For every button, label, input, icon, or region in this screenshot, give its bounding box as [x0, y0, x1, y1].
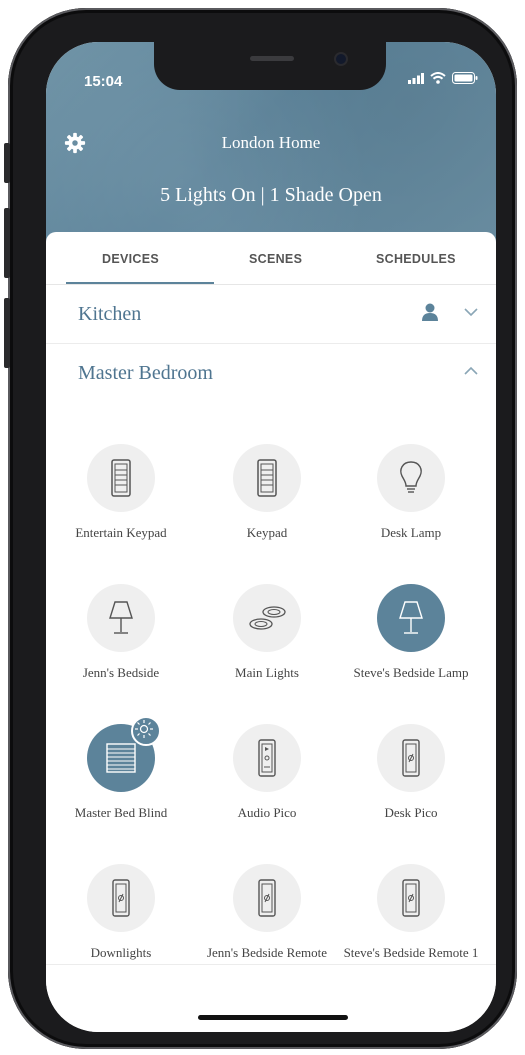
device-label: Jenn's Bedside Remote [206, 945, 328, 960]
room-row-master-bedroom[interactable]: Master Bedroom [46, 344, 496, 402]
pico-remote-icon [258, 879, 276, 917]
device-icon-circle [87, 584, 155, 652]
battery-icon [452, 72, 478, 84]
device-icon-circle [377, 584, 445, 652]
tab-devices[interactable]: DEVICES [102, 252, 159, 266]
device-icon-circle [87, 716, 161, 792]
volume-down-button [4, 298, 10, 368]
table-lamp-icon [109, 601, 133, 634]
device-icon-circle [87, 864, 155, 932]
device-label: Downlights [90, 945, 152, 960]
pico-remote-icon [402, 879, 420, 917]
chevron-up-icon[interactable] [464, 366, 478, 376]
keypad-icon [111, 459, 131, 497]
pico-remote-icon [112, 879, 130, 917]
home-indicator[interactable] [198, 1015, 348, 1020]
occupancy-person-icon [422, 303, 438, 321]
device-label: Jenn's Bedside [82, 665, 160, 680]
chevron-down-icon[interactable] [464, 307, 478, 317]
notch [154, 42, 386, 90]
volume-up-button [4, 208, 10, 278]
blind-icon [106, 743, 136, 773]
sun-icon [135, 720, 153, 738]
device-label: Audio Pico [237, 805, 297, 820]
device-icon-circle [87, 444, 155, 512]
room-name: Kitchen [78, 303, 142, 325]
device-label: Steve's Bedside Lamp [353, 665, 469, 680]
device-label: Keypad [246, 525, 288, 540]
home-summary: 5 Lights On | 1 Shade Open [160, 184, 382, 206]
downlights-icon [249, 606, 286, 630]
device-icon-circle [233, 584, 301, 652]
speaker-grille [250, 56, 294, 61]
audio-pico-icon [258, 739, 276, 777]
tab-scenes[interactable]: SCENES [249, 252, 302, 266]
tab-schedules[interactable]: SCHEDULES [376, 252, 456, 266]
room-name: Master Bedroom [78, 362, 213, 384]
device-label: Desk Pico [384, 805, 438, 820]
tab-bar: DEVICES SCENES SCHEDULES [46, 232, 496, 285]
device-icon-circle [233, 724, 301, 792]
wifi-icon [430, 72, 446, 84]
device-icon-circle [233, 864, 301, 932]
device-icon-circle [377, 444, 445, 512]
mute-switch [4, 143, 10, 183]
status-icons [408, 72, 478, 84]
phone-frame: 15:04 London Home 5 Lights On | 1 Shade … [4, 8, 517, 1049]
home-name[interactable]: London Home [46, 133, 496, 153]
keypad-icon [257, 459, 277, 497]
daylight-sun-badge [131, 716, 161, 746]
screen: 15:04 London Home 5 Lights On | 1 Shade … [46, 42, 496, 1032]
bulb-icon [400, 461, 422, 493]
device-label: Entertain Keypad [75, 525, 167, 540]
room-row-kitchen[interactable]: Kitchen [46, 285, 496, 344]
list-divider [46, 964, 496, 965]
device-panel: DEVICES SCENES SCHEDULES Kitchen Master … [46, 232, 496, 1032]
signal-icon [408, 72, 424, 84]
device-label: Desk Lamp [380, 525, 442, 540]
active-tab-indicator [66, 282, 214, 284]
device-label: Master Bed Blind [74, 805, 168, 820]
device-label: Steve's Bedside Remote 1 [343, 945, 479, 960]
table-lamp-icon [399, 601, 423, 634]
device-label: Main Lights [235, 665, 299, 680]
status-time: 15:04 [84, 73, 123, 90]
pico-remote-icon [402, 739, 420, 777]
device-icon-circle [233, 444, 301, 512]
device-icon-circle [377, 864, 445, 932]
front-camera [336, 54, 346, 64]
device-icon-circle [377, 724, 445, 792]
